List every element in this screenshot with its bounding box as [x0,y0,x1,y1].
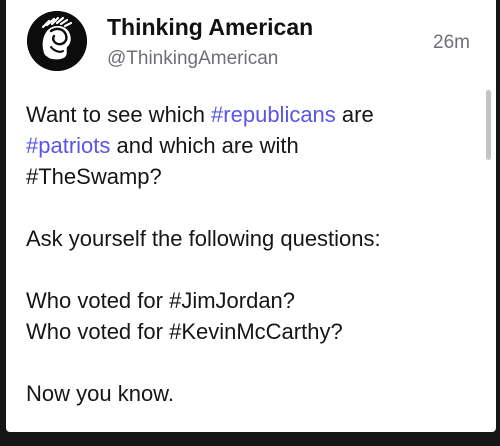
app-frame: Thinking American @ThinkingAmerican 26m … [0,0,500,446]
question-1: Who voted for #JimJordan? [26,285,466,316]
body-line-3: #TheSwamp? [26,161,466,192]
hashtag-republicans-link[interactable]: #republicans [211,102,336,127]
body-text: Who voted for [26,319,170,344]
hashtag-jimjordan-text: #JimJordan [169,288,283,313]
body-text: ? [282,288,296,313]
body-text: ? [330,319,343,344]
body-text: Who voted for [26,288,170,313]
body-line-2: #patriots and which are with [26,130,466,161]
question-prompt: Ask yourself the following questions: [26,226,381,251]
closing-line: Now you know. [26,381,174,406]
post-timestamp[interactable]: 26m [433,32,470,54]
hashtag-kevinmccarthy-text: #KevinMcCarthy [169,319,331,344]
author-avatar[interactable] [27,11,87,71]
body-text: Want to see which [26,102,212,127]
hashtag-theswamp-text: #TheSwamp [26,164,150,189]
question-2: Who voted for #KevinMcCarthy? [26,316,466,347]
body-text: and which are with [110,133,299,158]
post-card: Thinking American @ThinkingAmerican 26m … [6,0,496,432]
body-text: ? [149,164,162,189]
thinking-american-logo-icon [27,11,87,71]
body-text: are [335,102,374,127]
author-handle[interactable]: @ThinkingAmerican [107,48,278,70]
post-body: Want to see which #republicans are #patr… [26,99,466,409]
hashtag-patriots-link[interactable]: #patriots [26,133,110,158]
body-line-1: Want to see which #republicans are [26,99,466,130]
author-display-name[interactable]: Thinking American [107,14,313,41]
scrollbar-thumb[interactable] [486,90,491,160]
